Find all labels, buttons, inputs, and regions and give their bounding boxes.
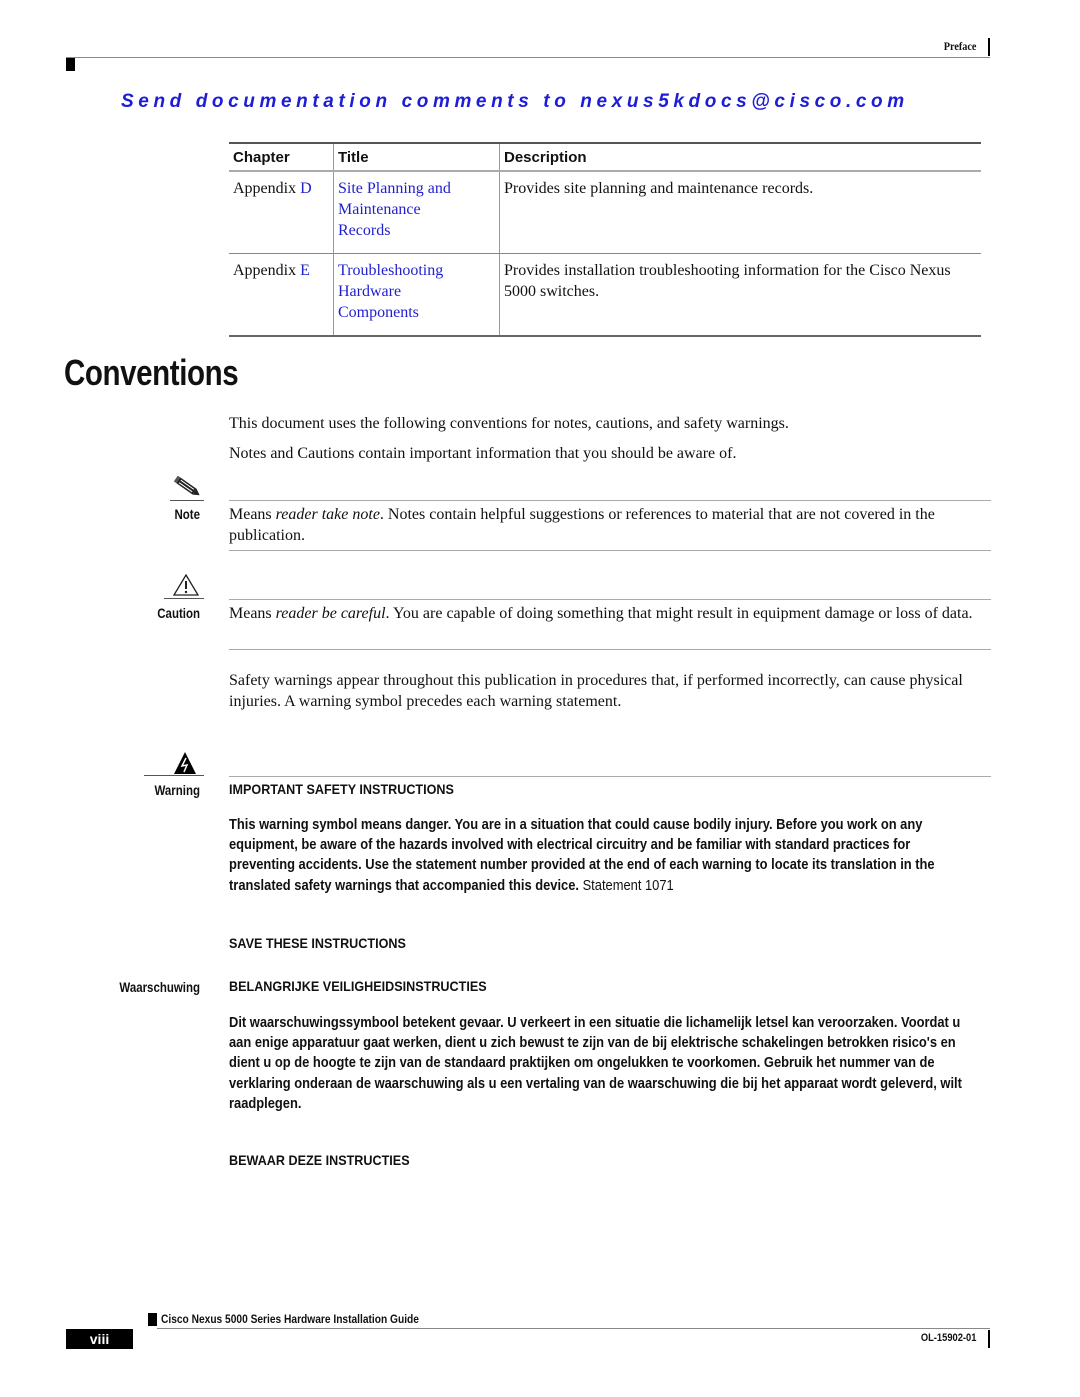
footer-guide-title: Cisco Nexus 5000 Series Hardware Install… [161, 1312, 419, 1326]
table-header-row: Chapter Title Description [229, 142, 981, 172]
title-cell: Site Planning and Maintenance Records [333, 171, 500, 254]
note-label: Note [174, 506, 200, 522]
warning-icon-rule [144, 775, 204, 776]
warning-statement-number: Statement 1071 [578, 877, 674, 894]
page-number: viii [66, 1329, 133, 1349]
chapter-prefix: Appendix [233, 180, 301, 197]
title-link[interactable]: Maintenance [338, 199, 495, 220]
title-cell: Troubleshooting Hardware Components [333, 253, 500, 337]
column-header-title: Title [333, 142, 500, 172]
caution-top-rule [229, 599, 991, 600]
caution-emphasis: reader be careful [275, 605, 386, 622]
title-link[interactable]: Site Planning and [338, 178, 495, 199]
chapter-cell: Appendix E [229, 253, 334, 337]
note-top-rule [229, 500, 991, 501]
note-icon-rule [170, 500, 204, 501]
note-bottom-rule [229, 550, 991, 551]
column-header-description: Description [499, 142, 981, 172]
caution-label: Caution [157, 605, 200, 621]
footer-rule [157, 1328, 990, 1329]
title-link[interactable]: Hardware [338, 281, 495, 302]
column-header-chapter: Chapter [229, 142, 334, 172]
caution-triangle-icon [172, 573, 200, 596]
caution-text-post: . You are capable of doing something tha… [385, 605, 973, 622]
appendix-link[interactable]: E [300, 262, 310, 279]
note-emphasis: reader take note [275, 506, 380, 523]
warning-heading: IMPORTANT SAFETY INSTRUCTIONS [229, 781, 454, 797]
warning-save-instructions: SAVE THESE INSTRUCTIONS [229, 935, 406, 951]
table-row: Appendix E Troubleshooting Hardware Comp… [229, 253, 981, 337]
footer-bar [988, 1330, 990, 1348]
chapter-table: Chapter Title Description Appendix D Sit… [229, 142, 981, 337]
intro-paragraph: This document uses the following convent… [229, 415, 789, 432]
note-text-pre: Means [229, 506, 276, 523]
pencil-icon [170, 475, 204, 498]
chapter-cell: Appendix D [229, 171, 334, 254]
caution-bottom-rule [229, 649, 991, 650]
caution-text-pre: Means [229, 605, 276, 622]
title-link[interactable]: Troubleshooting [338, 260, 495, 281]
appendix-link[interactable]: D [300, 180, 312, 197]
intro-paragraph: Notes and Cautions contain important inf… [229, 445, 737, 462]
section-heading: Conventions [64, 352, 239, 393]
note-text: Means reader take note. Notes contain he… [229, 504, 989, 546]
footer-marker [148, 1313, 157, 1326]
warning-label: Warning [154, 782, 200, 798]
title-link[interactable]: Records [338, 220, 495, 241]
chapter-prefix: Appendix [233, 262, 301, 279]
table-row: Appendix D Site Planning and Maintenance… [229, 171, 981, 254]
header-marker [66, 58, 75, 71]
document-number: OL-15902-01 [920, 1332, 976, 1344]
header-rule [66, 57, 990, 58]
running-header-section: Preface [943, 39, 976, 53]
header-bar [988, 38, 990, 56]
warning-top-rule [229, 776, 991, 777]
waarschuwing-body: Dit waarschuwingssymbool betekent gevaar… [229, 1015, 962, 1112]
safety-paragraph: Safety warnings appear throughout this p… [229, 672, 963, 710]
warning-shock-icon [173, 751, 197, 775]
caution-icon-rule [164, 598, 204, 599]
waarschuwing-heading: BELANGRIJKE VEILIGHEIDSINSTRUCTIES [229, 978, 487, 994]
send-comments-link[interactable]: Send documentation comments to nexus5kdo… [121, 91, 909, 113]
waarschuwing-save-instructions: BEWAAR DEZE INSTRUCTIES [229, 1152, 410, 1168]
title-link[interactable]: Components [338, 302, 495, 323]
description-cell: Provides installation troubleshooting in… [499, 253, 981, 337]
waarschuwing-label: Waarschuwing [119, 979, 200, 995]
caution-text: Means reader be careful. You are capable… [229, 603, 989, 624]
warning-body: This warning symbol means danger. You ar… [229, 815, 977, 896]
description-cell: Provides site planning and maintenance r… [499, 171, 981, 254]
